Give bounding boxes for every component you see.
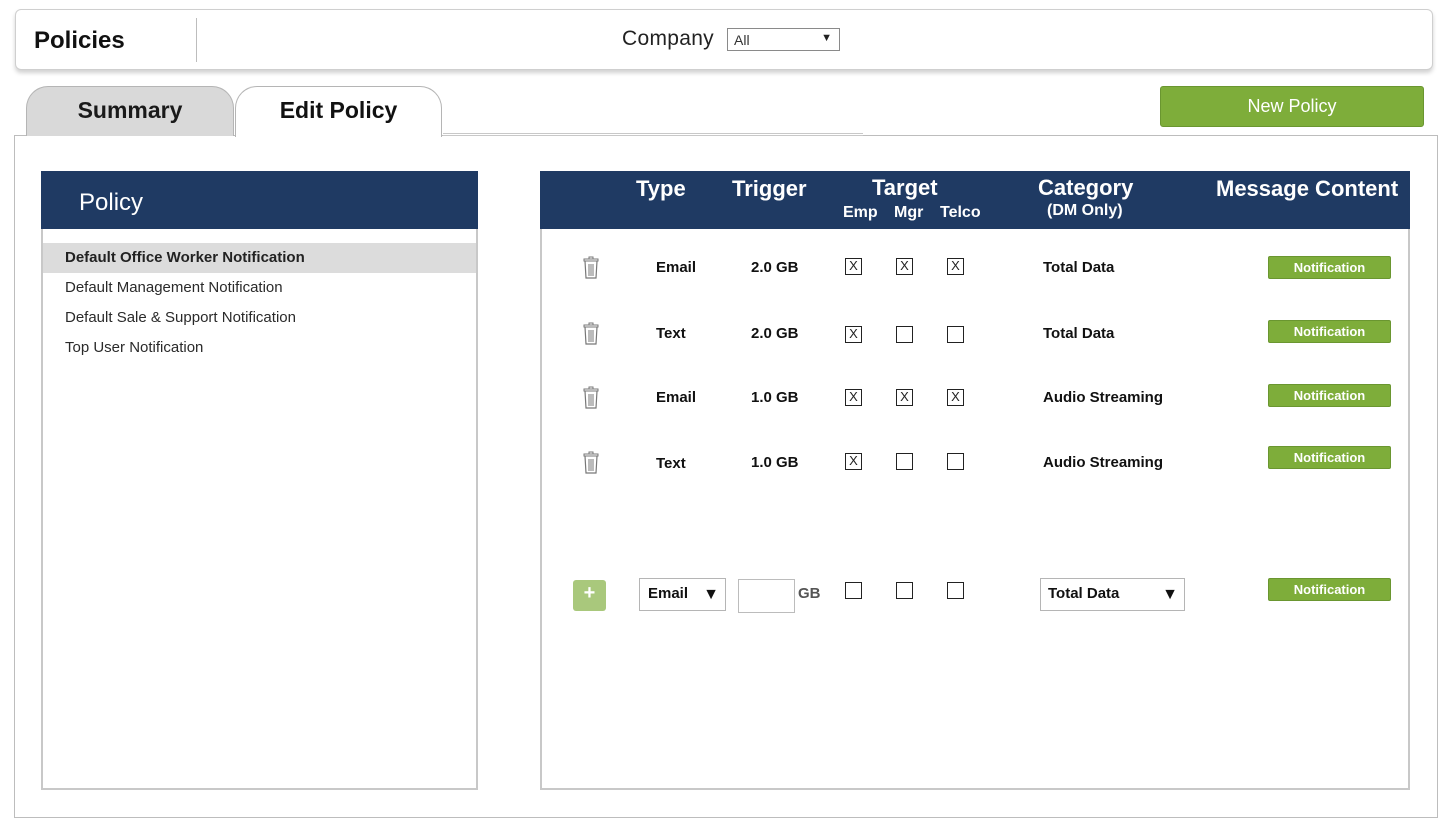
header-emp: Emp — [843, 204, 878, 221]
add-rule-button[interactable]: + — [573, 580, 606, 611]
mgr-checkbox[interactable]: X — [896, 258, 913, 275]
rule-trigger: 2.0 GB — [751, 259, 799, 276]
emp-checkbox[interactable]: X — [845, 389, 862, 406]
type-select[interactable]: Email ▼ — [639, 578, 726, 611]
policy-item-management[interactable]: Default Management Notification — [43, 273, 476, 303]
trigger-input[interactable] — [738, 579, 795, 613]
rule-trigger: 2.0 GB — [751, 325, 799, 342]
header-mgr: Mgr — [894, 204, 924, 221]
rule-category: Audio Streaming — [1043, 389, 1164, 406]
trash-icon[interactable] — [582, 256, 600, 280]
type-select-value: Email — [648, 585, 689, 602]
telco-checkbox[interactable] — [947, 453, 964, 470]
category-select[interactable]: Total Data ▼ — [1040, 578, 1185, 611]
notification-button[interactable]: Notification — [1268, 320, 1391, 343]
telco-checkbox[interactable] — [947, 326, 964, 343]
notification-button[interactable]: Notification — [1268, 446, 1391, 469]
emp-checkbox[interactable]: X — [845, 326, 862, 343]
top-divider — [196, 18, 197, 62]
telco-checkbox[interactable]: X — [947, 258, 964, 275]
rule-category: Total Data — [1043, 325, 1115, 342]
policy-item-sale-support[interactable]: Default Sale & Support Notification — [43, 303, 476, 333]
new-policy-button[interactable]: New Policy — [1160, 86, 1424, 127]
rule-row: Email 1.0 GB X X X Audio Streaming Notif… — [540, 384, 1410, 416]
new-rule-row: + Email ▼ GB Total Data ▼ Notification — [540, 578, 1410, 614]
rule-type: Text — [656, 455, 686, 472]
mgr-checkbox[interactable] — [896, 582, 913, 599]
trash-icon[interactable] — [582, 322, 600, 346]
rule-row: Email 2.0 GB X X X Total Data Notificati… — [540, 256, 1410, 286]
rule-type: Text — [656, 325, 686, 342]
policy-item-office-worker[interactable]: Default Office Worker Notification — [43, 243, 476, 273]
rule-row: Text 2.0 GB X Total Data Notification — [540, 320, 1410, 352]
header-category: Category — [1038, 175, 1134, 200]
rule-trigger: 1.0 GB — [751, 389, 799, 406]
triangle-down-icon: ▼ — [703, 586, 719, 603]
telco-checkbox[interactable]: X — [947, 389, 964, 406]
header-message-content: Message Content — [1216, 176, 1399, 201]
trash-icon[interactable] — [582, 451, 600, 475]
policy-panel-header: Policy — [41, 171, 478, 229]
policy-list: Default Office Worker Notification Defau… — [43, 243, 476, 363]
chevron-down-icon: ▼ — [821, 32, 832, 44]
mgr-checkbox[interactable]: X — [896, 389, 913, 406]
notification-button[interactable]: Notification — [1268, 256, 1391, 279]
emp-checkbox[interactable]: X — [845, 258, 862, 275]
tab-edit-policy[interactable]: Edit Policy — [235, 86, 442, 137]
rule-type: Email — [656, 259, 697, 276]
top-bar: Policies Company All ▼ — [15, 9, 1433, 70]
telco-checkbox[interactable] — [947, 582, 964, 599]
rule-category: Audio Streaming — [1043, 454, 1164, 471]
page-title: Policies — [34, 27, 125, 54]
mgr-checkbox[interactable] — [896, 453, 913, 470]
header-type: Type — [636, 176, 686, 201]
category-select-value: Total Data — [1048, 585, 1120, 602]
app-root: Policies Company All ▼ Summary Edit Poli… — [0, 0, 1442, 820]
notification-button[interactable]: Notification — [1268, 578, 1391, 601]
header-trigger: Trigger — [732, 176, 807, 201]
company-label: Company — [622, 27, 714, 50]
triangle-down-icon: ▼ — [1162, 586, 1178, 603]
emp-checkbox[interactable]: X — [845, 453, 862, 470]
company-select[interactable]: All ▼ — [727, 28, 840, 51]
header-target: Target — [872, 175, 938, 200]
tab-summary[interactable]: Summary — [26, 86, 234, 136]
tab-divider-line — [443, 133, 863, 136]
rule-category: Total Data — [1043, 259, 1115, 276]
trigger-unit-label: GB — [798, 585, 821, 602]
rule-trigger: 1.0 GB — [751, 454, 799, 471]
mgr-checkbox[interactable] — [896, 326, 913, 343]
emp-checkbox[interactable] — [845, 582, 862, 599]
notification-button[interactable]: Notification — [1268, 384, 1391, 407]
header-telco: Telco — [940, 204, 981, 221]
rule-type: Email — [656, 389, 697, 406]
trash-icon[interactable] — [582, 386, 600, 410]
policy-item-top-user[interactable]: Top User Notification — [43, 333, 476, 363]
rules-header: Type Trigger Target Emp Mgr Telco Catego… — [540, 171, 1410, 229]
header-category-note: (DM Only) — [1047, 202, 1123, 219]
rule-row: Text 1.0 GB X Audio Streaming Notificati… — [540, 446, 1410, 481]
company-select-value: All — [734, 32, 750, 48]
